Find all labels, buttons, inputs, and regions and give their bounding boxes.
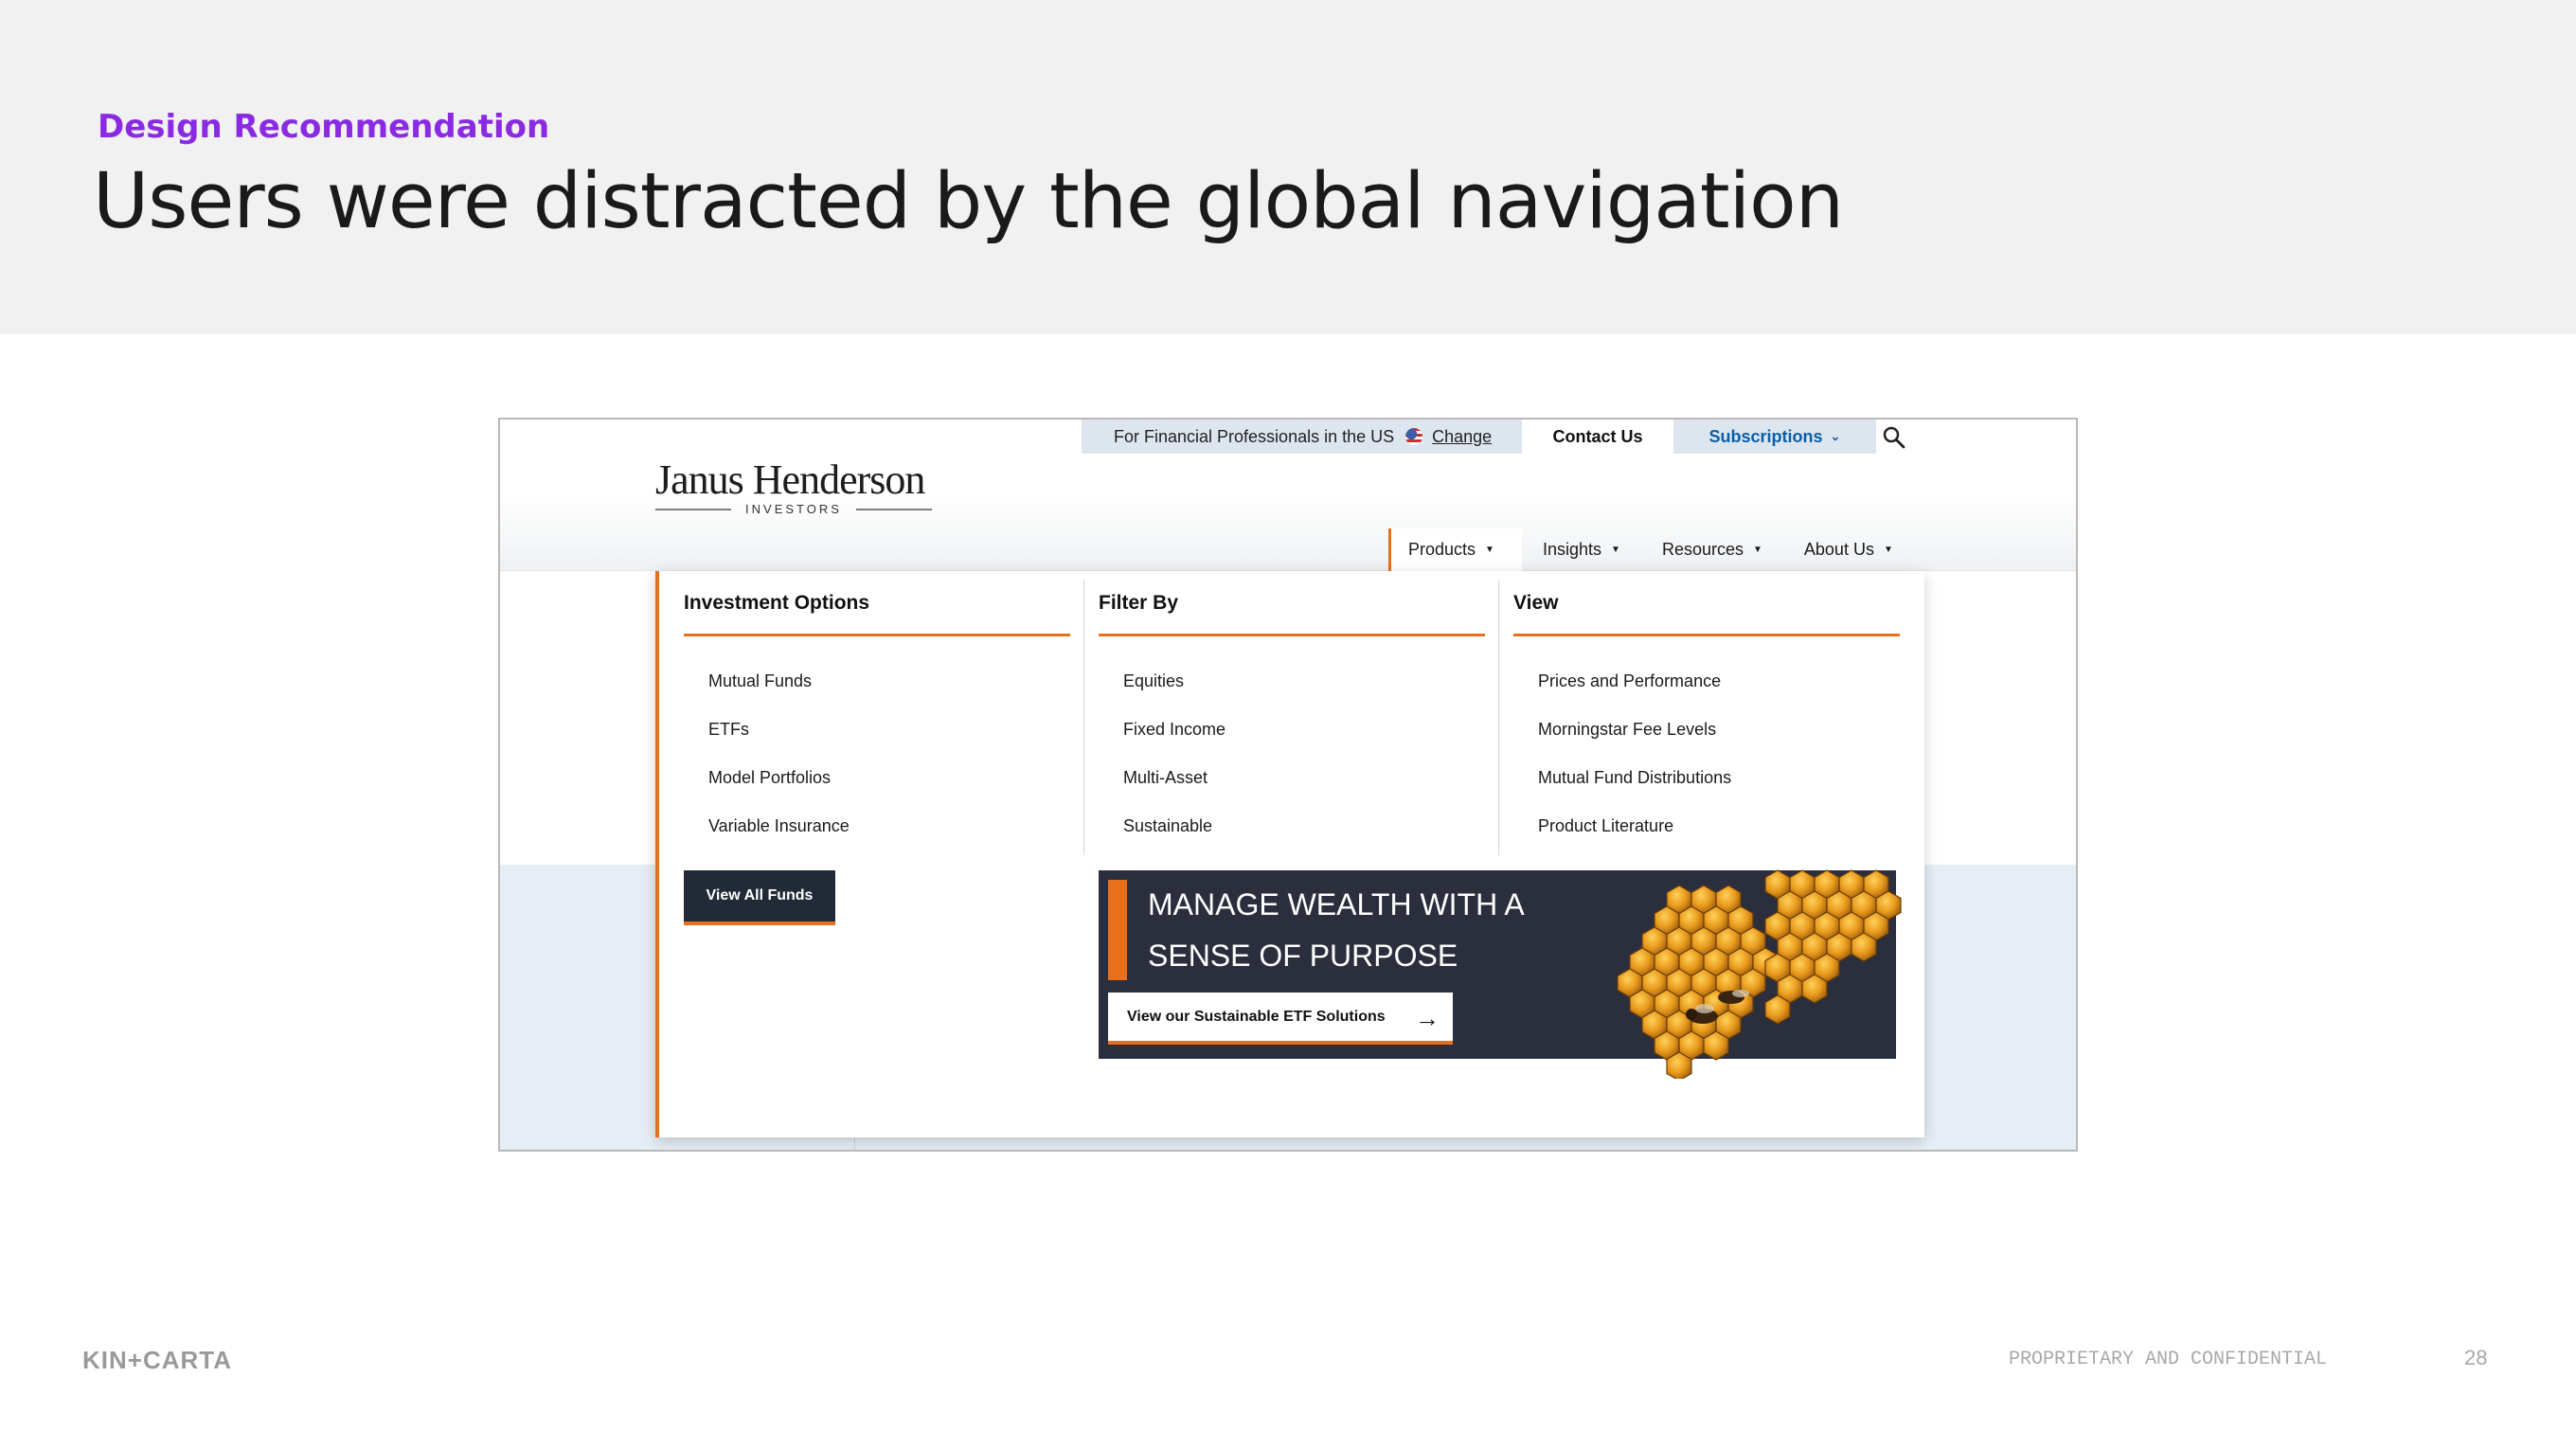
nav-resources[interactable]: Resources ▼	[1641, 528, 1783, 571]
honeycomb-image	[1617, 869, 1902, 1079]
menu-link[interactable]: Multi-Asset	[1123, 768, 1225, 816]
change-audience-link[interactable]: Change	[1432, 427, 1492, 447]
slide-title: Users were distracted by the global navi…	[93, 157, 1844, 246]
nav-resources-label: Resources	[1661, 540, 1744, 559]
menu-list: Equities Fixed Income Multi-Asset Sustai…	[1123, 671, 1225, 865]
menu-column-filter-by: Filter By Equities Fixed Income Multi-As…	[1074, 571, 1485, 851]
view-all-funds-button[interactable]: View All Funds	[684, 870, 835, 925]
nav-products[interactable]: Products ▼	[1388, 528, 1522, 571]
menu-link[interactable]: Morningstar Fee Levels	[1538, 720, 1731, 768]
audience-selector: For Financial Professionals in the US Ch…	[1082, 420, 1522, 454]
products-mega-menu: Investment Options Mutual Funds ETFs Mod…	[655, 571, 1924, 1137]
nav-about-label: About Us	[1803, 540, 1874, 559]
slide: Design Recommendation Users were distrac…	[0, 0, 2576, 1449]
column-heading: Filter By	[1099, 592, 1485, 636]
menu-link[interactable]: Product Literature	[1538, 816, 1731, 865]
page-number: 28	[2464, 1346, 2488, 1369]
menu-link[interactable]: Equities	[1123, 671, 1225, 720]
sustainable-etf-label: View our Sustainable ETF Solutions	[1127, 1008, 1386, 1025]
promo-banner[interactable]: MANAGE WEALTH WITH A SENSE OF PURPOSE Vi…	[1099, 869, 1902, 1079]
menu-list: Prices and Performance Morningstar Fee L…	[1538, 671, 1731, 865]
menu-link[interactable]: Model Portfolios	[708, 768, 850, 816]
nav-insights[interactable]: Insights ▼	[1522, 528, 1641, 571]
menu-link[interactable]: Mutual Funds	[708, 671, 850, 720]
caret-down-icon: ▼	[1753, 545, 1762, 555]
main-navigation: Products ▼ Insights ▼ Resources ▼ About …	[1388, 528, 1914, 571]
caret-down-icon: ▼	[1883, 545, 1893, 555]
caret-down-icon: ▼	[1485, 545, 1494, 555]
utility-bar: For Financial Professionals in the US Ch…	[1082, 420, 1876, 454]
menu-link[interactable]: Fixed Income	[1123, 720, 1225, 768]
arrow-right-icon: →	[1415, 1004, 1440, 1032]
menu-link[interactable]: Sustainable	[1123, 816, 1225, 865]
menu-column-view: View Prices and Performance Morningstar …	[1489, 571, 1900, 851]
logo-subtitle: INVESTORS	[745, 502, 842, 516]
us-flag-icon	[1405, 428, 1423, 445]
menu-link[interactable]: ETFs	[708, 720, 850, 768]
column-heading: View	[1513, 592, 1900, 636]
menu-column-investment-options: Investment Options Mutual Funds ETFs Mod…	[659, 571, 1070, 851]
menu-list: Mutual Funds ETFs Model Portfolios Varia…	[708, 671, 850, 865]
search-icon[interactable]	[1882, 425, 1906, 450]
contact-us-link[interactable]: Contact Us	[1522, 420, 1673, 454]
audience-label: For Financial Professionals in the US	[1114, 426, 1395, 446]
menu-link[interactable]: Prices and Performance	[1538, 671, 1731, 720]
website-screenshot: For Financial Professionals in the US Ch…	[498, 418, 2078, 1152]
caret-down-icon: ▼	[1611, 545, 1620, 555]
promo-accent-bar	[1108, 880, 1127, 980]
kin-carta-logo: KIN+CARTA	[82, 1346, 233, 1374]
nav-about[interactable]: About Us ▼	[1783, 528, 1914, 571]
promo-headline-line1: MANAGE WEALTH WITH A	[1148, 887, 1525, 921]
promo-headline-line2: SENSE OF PURPOSE	[1148, 939, 1458, 973]
nav-products-label: Products	[1408, 540, 1476, 559]
menu-link[interactable]: Variable Insurance	[708, 816, 850, 865]
column-heading: Investment Options	[684, 592, 1070, 636]
subscriptions-label: Subscriptions	[1708, 426, 1823, 446]
nav-insights-label: Insights	[1543, 540, 1602, 559]
subscriptions-menu[interactable]: Subscriptions ⌄	[1673, 420, 1876, 454]
confidential-notice: PROPRIETARY AND CONFIDENTIAL	[2009, 1349, 2328, 1370]
slide-eyebrow: Design Recommendation	[98, 108, 550, 146]
site-logo[interactable]: Janus Henderson INVESTORS	[655, 456, 932, 516]
chevron-down-icon: ⌄	[1830, 429, 1841, 443]
logo-wordmark: Janus Henderson	[655, 456, 925, 503]
sustainable-etf-button[interactable]: View our Sustainable ETF Solutions →	[1108, 993, 1453, 1045]
menu-link[interactable]: Mutual Fund Distributions	[1538, 768, 1731, 816]
